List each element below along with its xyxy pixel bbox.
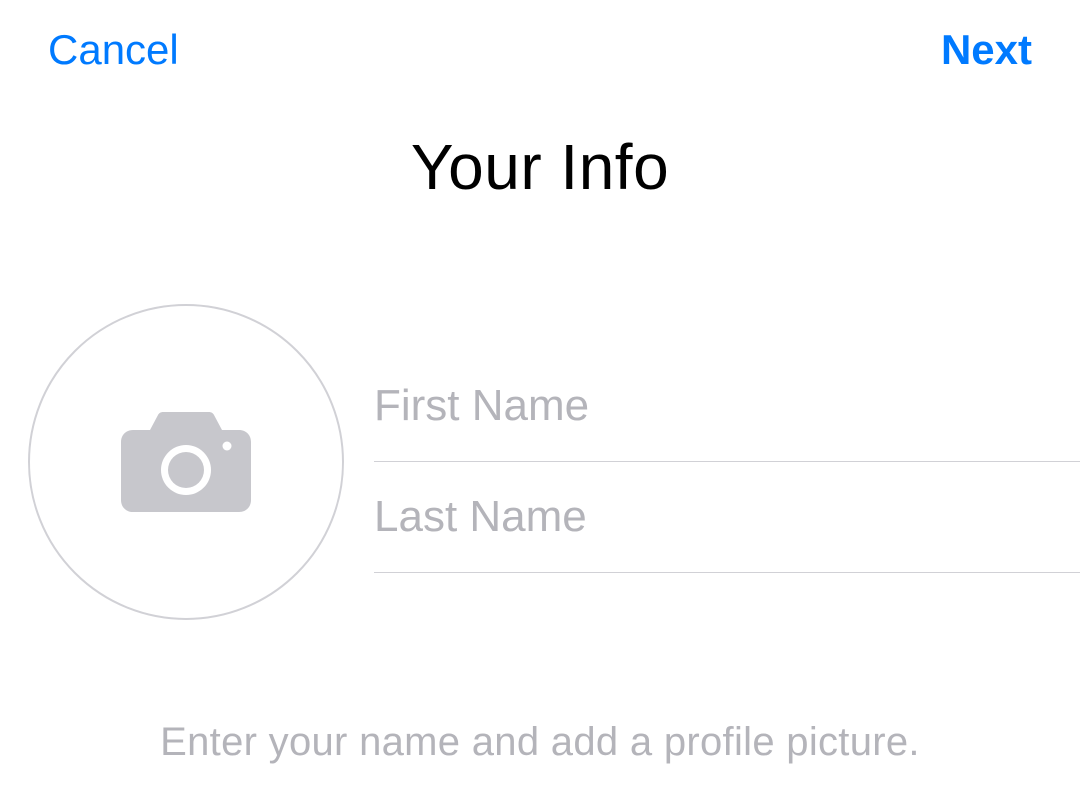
- next-button[interactable]: Next: [941, 26, 1032, 74]
- last-name-field[interactable]: [374, 492, 1080, 542]
- form-area: [0, 304, 1080, 620]
- camera-icon: [121, 412, 251, 512]
- cancel-button[interactable]: Cancel: [48, 26, 179, 74]
- first-name-row: [374, 351, 1080, 462]
- hint-text: Enter your name and add a profile pictur…: [0, 720, 1080, 765]
- name-fields: [374, 351, 1080, 573]
- add-photo-button[interactable]: [28, 304, 344, 620]
- header: Cancel Next: [0, 0, 1080, 80]
- first-name-field[interactable]: [374, 381, 1080, 431]
- last-name-row: [374, 462, 1080, 573]
- page-title: Your Info: [0, 130, 1080, 204]
